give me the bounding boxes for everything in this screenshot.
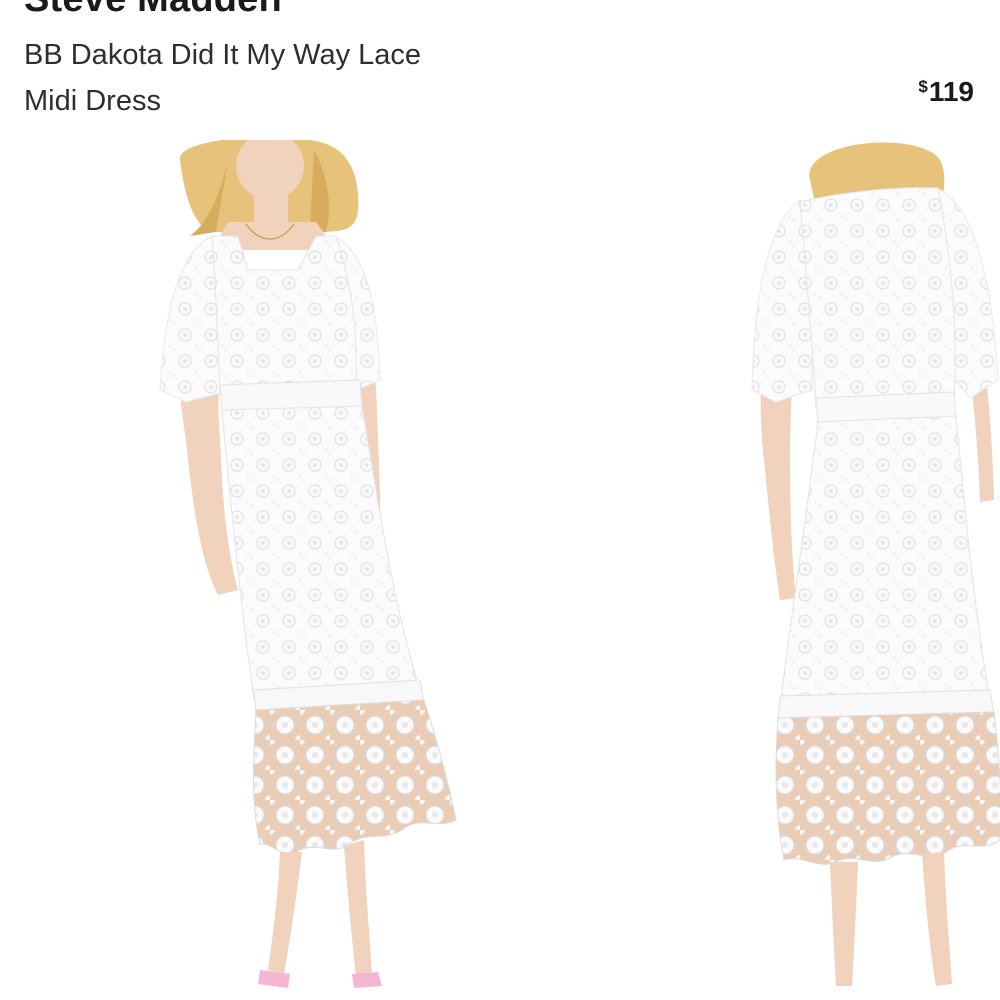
price-currency: $ <box>918 77 928 96</box>
price-amount: 119 <box>928 76 974 107</box>
back-view-illustration <box>751 142 1000 986</box>
product-image-front[interactable] <box>120 140 540 1000</box>
product-image-gallery[interactable] <box>0 140 1000 1000</box>
product-title-line-1: BB Dakota Did It My Way Lace <box>24 39 422 71</box>
front-view-illustration <box>159 140 457 988</box>
product-price: $119 <box>918 76 974 108</box>
product-title-line-2: Midi Dress <box>24 85 161 117</box>
brand-name[interactable]: Steve Madden <box>24 0 282 21</box>
product-image-back[interactable] <box>740 140 1000 1000</box>
product-page: Steve Madden BB Dakota Did It My Way Lac… <box>0 0 1000 1000</box>
product-title: BB Dakota Did It My Way Lace Midi Dress <box>24 32 644 124</box>
